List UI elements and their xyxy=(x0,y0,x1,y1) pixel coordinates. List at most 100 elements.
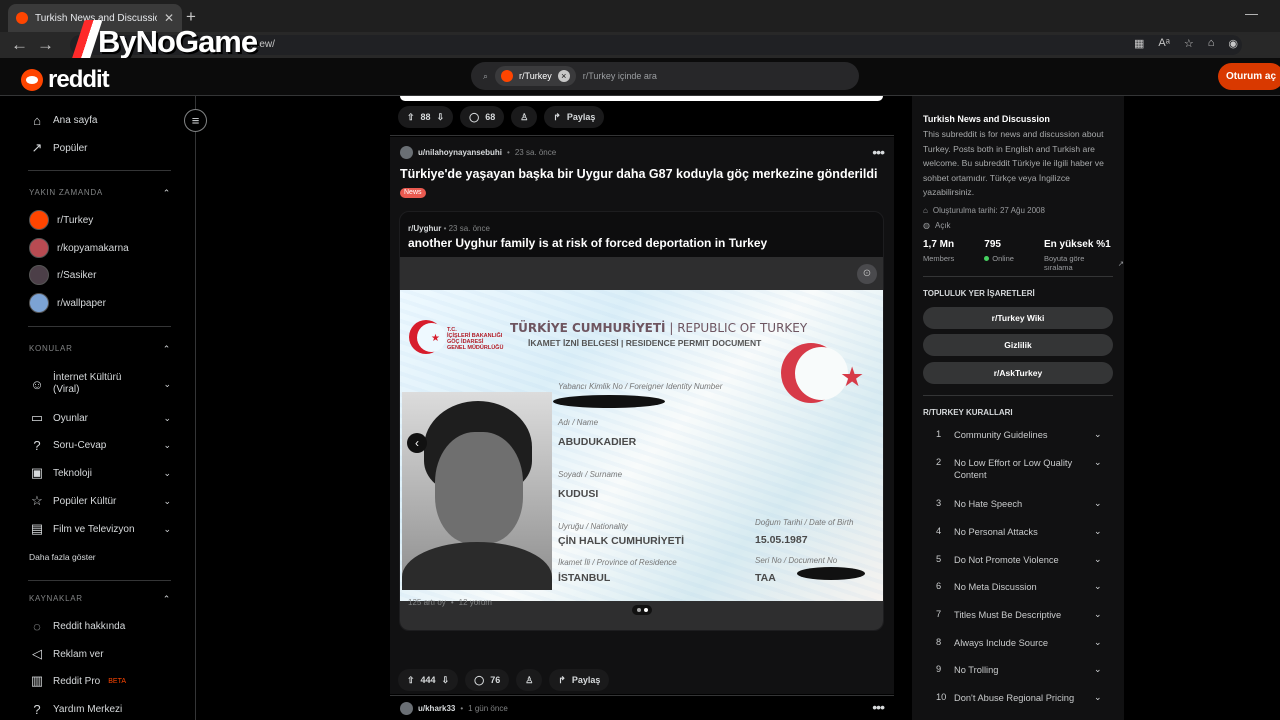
bookmark-askturkey-button[interactable]: r/AskTurkey xyxy=(923,362,1113,384)
award-button[interactable]: ♙ xyxy=(516,669,543,691)
rank-value: En yüksek %1 xyxy=(1043,239,1111,250)
carousel-dot-active[interactable] xyxy=(643,608,648,612)
user-avatar[interactable] xyxy=(400,702,413,715)
downvote-icon[interactable]: ⇩ xyxy=(442,675,450,686)
carousel-previous-icon[interactable]: ‹ xyxy=(407,433,427,453)
chevron-down-icon: ⌄ xyxy=(1094,526,1102,536)
recent-section-title[interactable]: YAKIN ZAMANDA ⌃ xyxy=(29,188,171,198)
downvote-icon[interactable]: ⇩ xyxy=(437,112,445,123)
chevron-up-icon: ⌃ xyxy=(162,344,171,354)
community-stats: 1,7 Mn Members 795 Online En yüksek %1 Boyu… xyxy=(923,239,1124,272)
login-button[interactable]: Oturum aç xyxy=(1218,63,1280,90)
next-post-author[interactable]: u/khark33 xyxy=(418,704,455,713)
sidebar-item-games[interactable]: ▭ Oyunlar ⌄ xyxy=(29,407,171,429)
upvote-icon[interactable]: ⇧ xyxy=(407,675,415,686)
crosspost-card[interactable]: r/Uyghur • 23 sa. önce another Uyghur fa… xyxy=(399,211,884,631)
sidebar-item-r-sasiker[interactable]: r/Sasiker xyxy=(29,264,171,286)
sidebar-item-film-tv[interactable]: ▤ Film ve Televizyon ⌄ xyxy=(29,518,171,540)
more-options-icon[interactable]: ••• xyxy=(872,144,885,160)
read-aloud-icon[interactable]: Aᵃ xyxy=(1158,37,1169,50)
share-button[interactable]: ↱ Paylaş xyxy=(544,106,605,128)
crosspost-title[interactable]: another Uyghur family is at risk of forc… xyxy=(408,236,767,250)
topics-section-title[interactable]: KONULAR ⌃ xyxy=(29,344,171,354)
forward-icon[interactable]: → xyxy=(37,35,54,55)
rule-label: No Meta Discussion xyxy=(954,582,1037,592)
chevron-down-icon: ⌄ xyxy=(1094,581,1102,591)
sidebar-label-popular: Popüler xyxy=(53,142,88,154)
sidebar-label-r-turkey: r/Turkey xyxy=(57,214,94,226)
comments-button[interactable]: ◯ 76 xyxy=(465,669,510,691)
favorite-icon[interactable]: ☆ xyxy=(1184,37,1194,50)
name-label: Adı / Name xyxy=(558,418,599,427)
more-options-icon[interactable]: ••• xyxy=(872,699,885,715)
crosspost-subreddit[interactable]: r/Uyghur xyxy=(408,224,441,233)
rule-item[interactable]: 10 Don't Abuse Regional Pricing ⌄ xyxy=(936,692,1106,704)
show-more-link[interactable]: Daha fazla göster xyxy=(29,546,171,568)
sidebar-item-qa[interactable]: ? Soru-Cevap ⌄ xyxy=(29,434,171,456)
post-author[interactable]: u/nilahoynayansebuhi xyxy=(418,148,502,157)
carousel-dot[interactable] xyxy=(636,608,641,612)
sidebar-item-help[interactable]: ? Yardım Merkezi xyxy=(29,698,171,720)
search-bar[interactable]: ⌕ r/Turkey × r/Turkey içinde ara xyxy=(471,62,859,90)
sidebar-item-about[interactable]: ◌ Reddit hakkında xyxy=(29,615,171,637)
sidebar-item-internet-culture[interactable]: ☺ İnternet Kültürü (Viral) ⌄ xyxy=(29,369,171,399)
reddit-logo[interactable]: reddit xyxy=(21,66,110,94)
rule-item[interactable]: 5 Do Not Promote Violence ⌄ xyxy=(936,554,1106,566)
sidebar-item-technology[interactable]: ▣ Teknoloji ⌄ xyxy=(29,462,171,484)
rule-item[interactable]: 2 No Low Effort or Low Quality Content ⌄ xyxy=(936,457,1106,481)
reddit-wordmark: reddit xyxy=(48,66,110,93)
rank-label: Boyuta göre sıralama ↗ xyxy=(1043,254,1124,272)
sidebar-item-r-wallpaper[interactable]: r/wallpaper xyxy=(29,292,171,314)
rule-item[interactable]: 8 Always Include Source ⌄ xyxy=(936,637,1106,649)
minimize-icon[interactable]: — xyxy=(1245,6,1258,21)
upvote-icon[interactable]: ⇧ xyxy=(407,112,415,123)
post-time: 23 sa. önce xyxy=(514,148,557,157)
sidebar-item-popular[interactable]: ↗ Popüler xyxy=(29,137,171,159)
resources-section-title[interactable]: KAYNAKLAR ⌃ xyxy=(29,594,171,604)
sidebar-item-advertise[interactable]: ◁ Reklam ver xyxy=(29,643,171,665)
rule-item[interactable]: 6 No Meta Discussion ⌄ xyxy=(936,581,1106,593)
sidebar-item-r-kopyamakarna[interactable]: r/kopyamakarna xyxy=(29,237,171,259)
help-icon: ? xyxy=(33,701,41,717)
sidebar-item-home[interactable]: ⌂ Ana sayfa xyxy=(29,109,171,131)
post-title[interactable]: Türkiye'de yaşayan başka bir Uygur daha … xyxy=(400,167,877,181)
bookmark-wiki-button[interactable]: r/Turkey Wiki xyxy=(923,307,1113,329)
subreddit-search-chip[interactable]: r/Turkey × xyxy=(495,66,576,86)
comments-button[interactable]: ◯ 68 xyxy=(460,106,505,128)
megaphone-icon: ◁ xyxy=(32,646,42,661)
bookmark-privacy-button[interactable]: Gizlilik xyxy=(923,334,1113,356)
sidebar-label-pop-culture: Popüler Kültür xyxy=(53,495,117,507)
crosspost-comments[interactable]: 12 yorum xyxy=(459,598,492,607)
popular-icon: ↗ xyxy=(31,140,43,155)
rule-label: No Low Effort or Low Quality Content xyxy=(954,458,1073,480)
extensions-icon[interactable]: ⌂ xyxy=(1208,37,1215,50)
vote-control[interactable]: ⇧ 444 ⇩ xyxy=(398,669,459,691)
apps-icon[interactable]: ▦ xyxy=(1134,37,1144,50)
post-image-carousel[interactable]: ⊙ ★ T.C. İÇİŞLERİ BAKANLIĞI GÖÇ İDARESİ … xyxy=(400,257,883,630)
next-post-meta: u/khark33 • 1 gün önce xyxy=(400,702,508,715)
back-icon[interactable]: ← xyxy=(11,35,28,55)
expand-icon[interactable]: ⊙ xyxy=(857,264,877,284)
sidebar-item-pop-culture[interactable]: ☆ Popüler Kültür ⌄ xyxy=(29,490,171,512)
sidebar-menu-button[interactable]: ≡ xyxy=(184,109,207,132)
rule-item[interactable]: 3 No Hate Speech ⌄ xyxy=(936,498,1106,510)
rule-item[interactable]: 7 Titles Must Be Descriptive ⌄ xyxy=(936,609,1106,621)
post-card[interactable]: u/nilahoynayansebuhi • 23 sa. önce ••• T… xyxy=(390,137,894,694)
user-avatar[interactable] xyxy=(400,146,413,159)
share-button[interactable]: ↱ Paylaş xyxy=(549,669,610,691)
sidebar-item-r-turkey[interactable]: r/Turkey xyxy=(29,209,171,231)
rule-item[interactable]: 9 No Trolling ⌄ xyxy=(936,664,1106,676)
external-link-icon[interactable]: ↗ xyxy=(1118,259,1124,268)
award-button[interactable]: ♙ xyxy=(511,106,538,128)
rule-label: Always Include Source xyxy=(954,638,1049,648)
rule-number: 10 xyxy=(936,692,947,702)
clear-filter-icon[interactable]: × xyxy=(557,70,570,82)
rule-item[interactable]: 1 Community Guidelines ⌄ xyxy=(936,429,1106,441)
rule-label: Don't Abuse Regional Pricing xyxy=(954,693,1075,703)
profile-icon[interactable]: ◉ xyxy=(1228,37,1238,50)
vote-control[interactable]: ⇧ 88 ⇩ xyxy=(398,106,454,128)
rule-item[interactable]: 4 No Personal Attacks ⌄ xyxy=(936,526,1106,538)
sidebar-item-reddit-pro[interactable]: ▥ Reddit Pro BETA xyxy=(29,670,171,692)
post-flair[interactable]: News xyxy=(400,188,426,198)
chevron-down-icon: ⌄ xyxy=(163,378,171,389)
